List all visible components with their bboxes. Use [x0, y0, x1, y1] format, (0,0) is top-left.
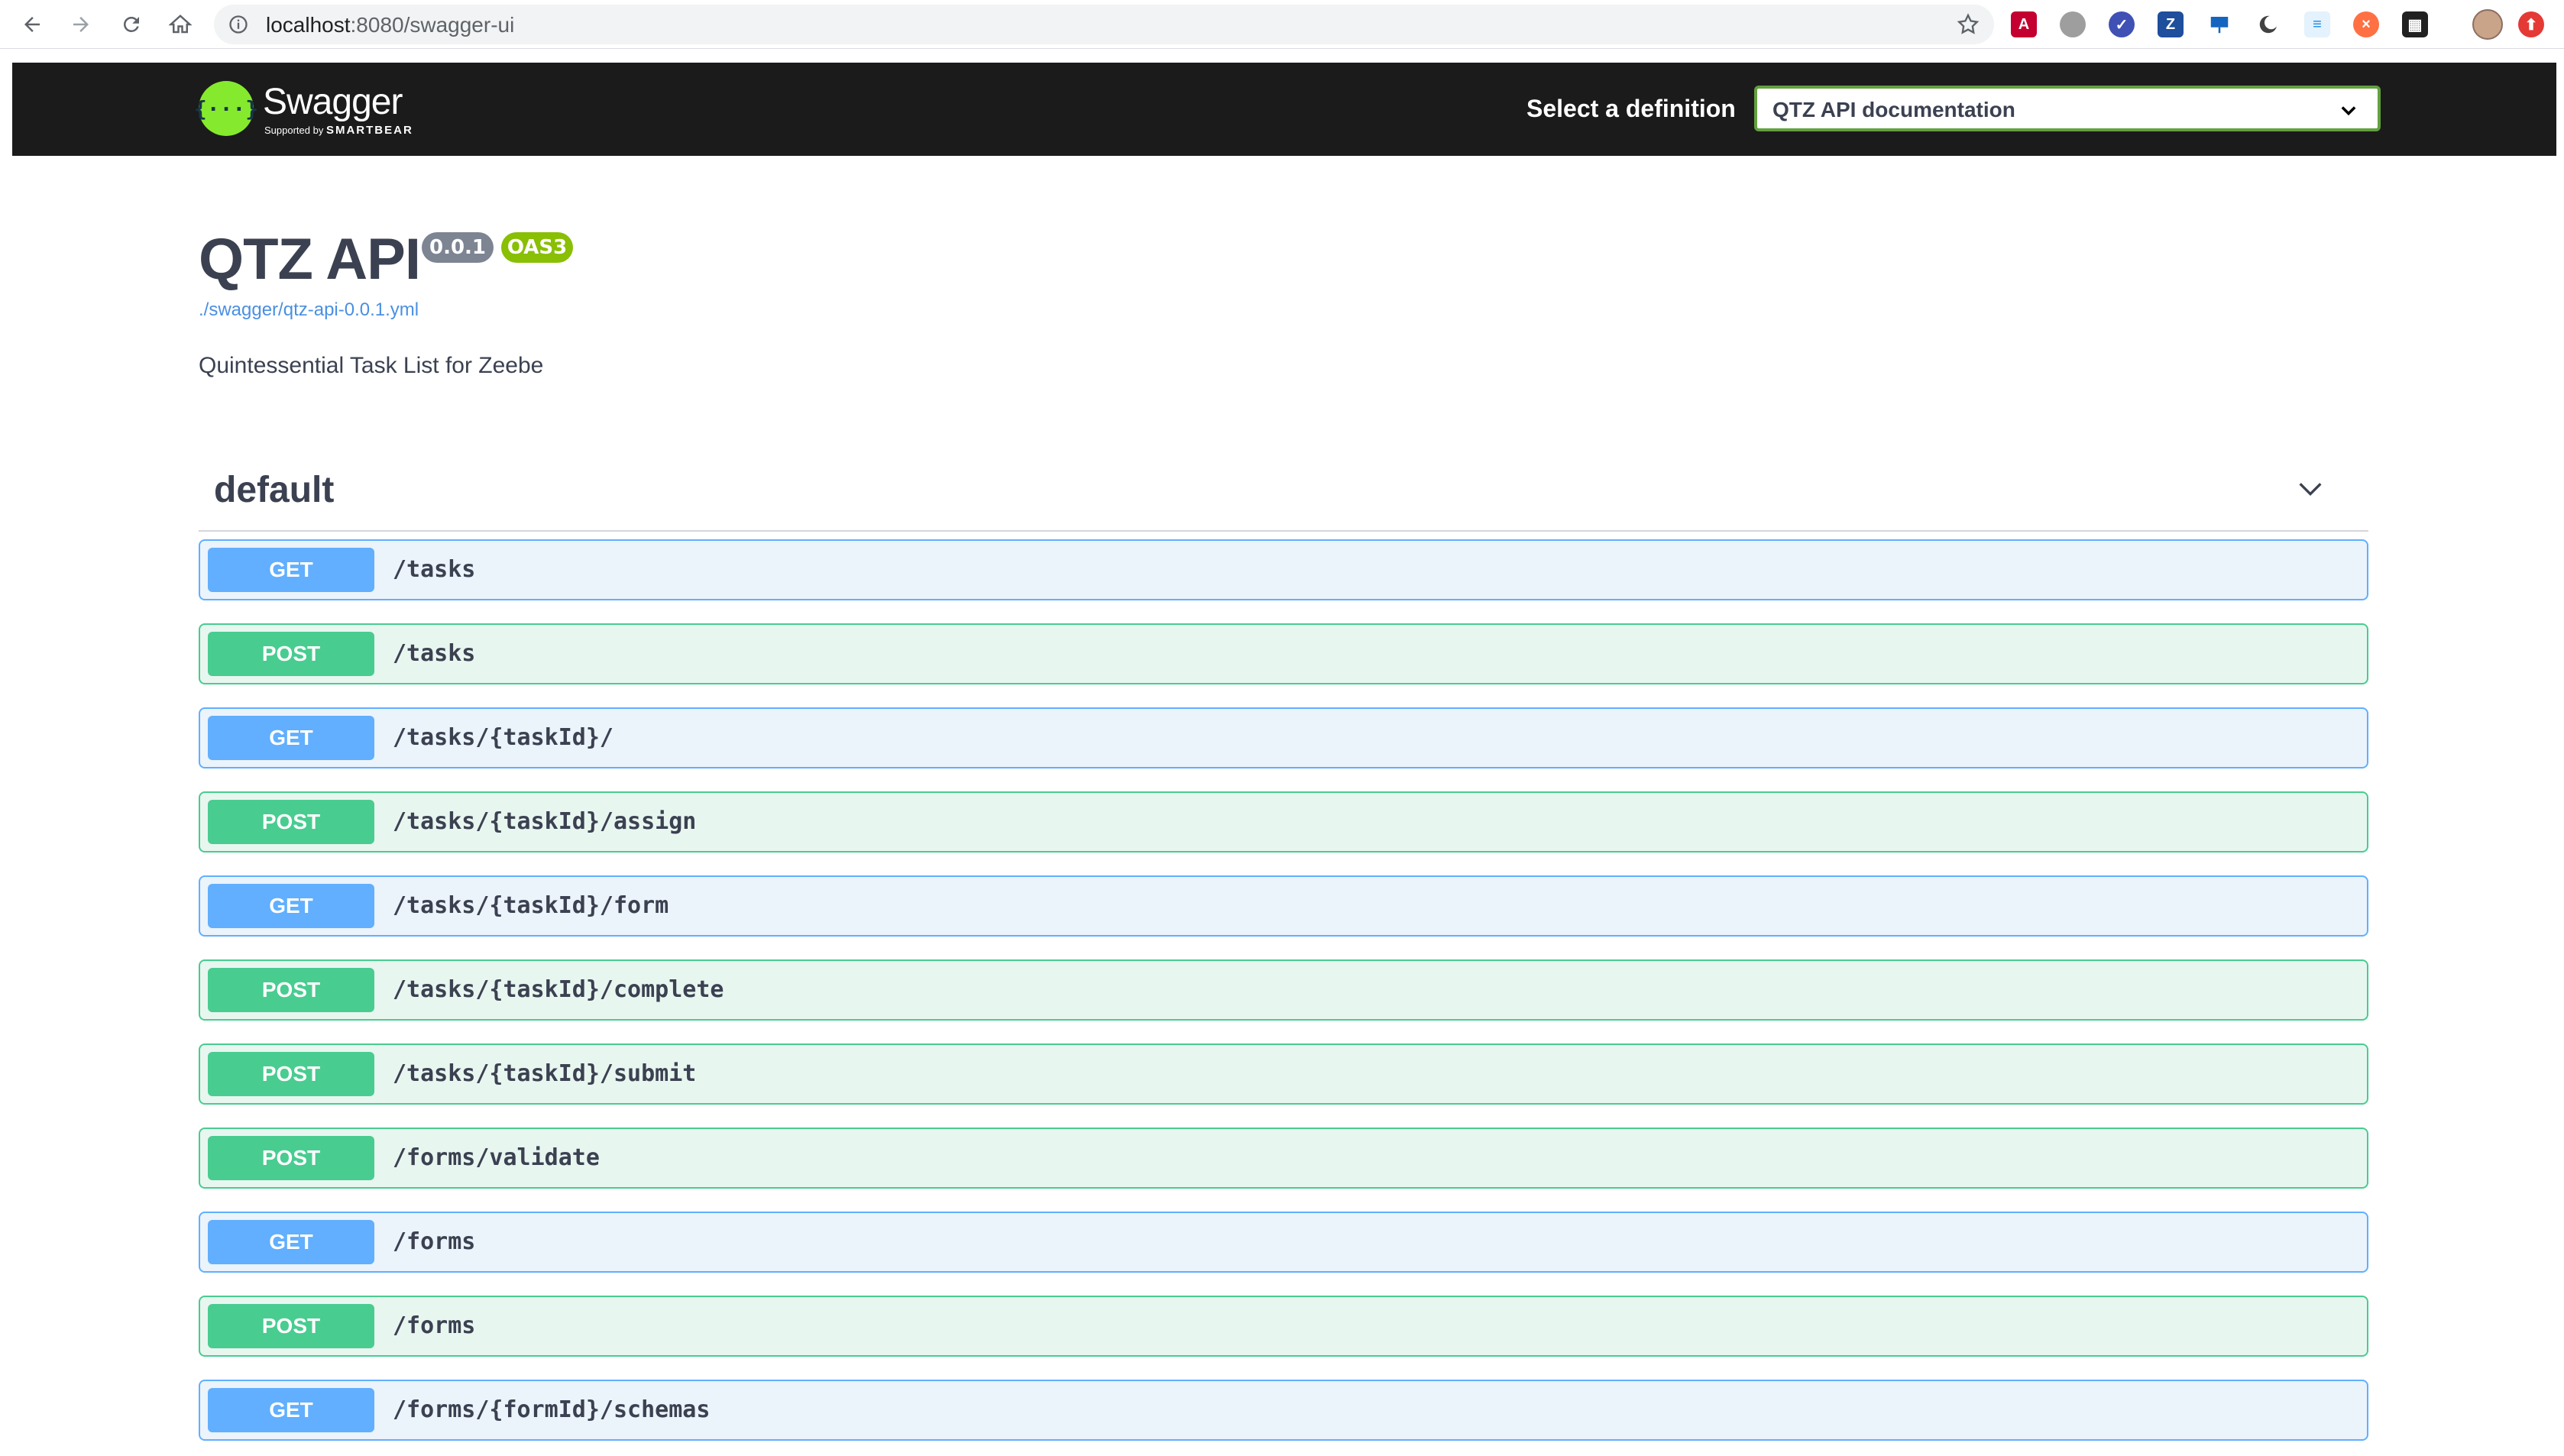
operation-path: /tasks/{taskId}/	[393, 724, 613, 751]
logo-sub-prefix: Supported by	[264, 125, 324, 136]
orange-extension-icon[interactable]: ×	[2353, 11, 2379, 37]
operation-path: /forms/{formId}/schemas	[393, 1396, 711, 1423]
oas-badge: OAS3	[501, 232, 573, 263]
operation-get-task-by-id[interactable]: GET /tasks/{taskId}/	[199, 707, 2368, 768]
presentation-extension-icon[interactable]	[2206, 11, 2232, 37]
operation-path: /tasks	[393, 640, 476, 667]
forward-button[interactable]	[64, 8, 98, 41]
home-button[interactable]	[163, 8, 197, 41]
definition-select-value: QTZ API documentation	[1772, 98, 2015, 121]
z-extension-icon[interactable]: Z	[2158, 11, 2184, 37]
back-button[interactable]	[15, 8, 49, 41]
method-badge: POST	[208, 968, 374, 1012]
method-badge: POST	[208, 1052, 374, 1096]
angular-extension-icon[interactable]: A	[2011, 11, 2037, 37]
method-badge: GET	[208, 716, 374, 760]
swagger-logo-subtitle: Supported by SMARTBEAR	[264, 124, 413, 137]
notes-extension-icon[interactable]: ≡	[2304, 11, 2330, 37]
operation-post-forms[interactable]: POST /forms	[199, 1296, 2368, 1357]
chevron-down-icon	[2341, 106, 2356, 116]
method-badge: GET	[208, 548, 374, 592]
operation-path: /forms	[393, 1312, 476, 1339]
method-badge: POST	[208, 1136, 374, 1180]
profile-avatar[interactable]	[2472, 9, 2503, 40]
pattern-extension-icon[interactable]: ▦	[2402, 11, 2428, 37]
method-badge: GET	[208, 1388, 374, 1432]
operation-get-form-schemas[interactable]: GET /forms/{formId}/schemas	[199, 1380, 2368, 1441]
operation-post-task-assign[interactable]: POST /tasks/{taskId}/assign	[199, 791, 2368, 853]
operation-path: /tasks	[393, 556, 476, 583]
swagger-topbar: {···} Swagger Supported by SMARTBEAR Sel…	[12, 63, 2556, 156]
url-host: localhost	[266, 13, 351, 37]
operation-get-forms[interactable]: GET /forms	[199, 1212, 2368, 1273]
star-icon[interactable]	[1956, 12, 1980, 37]
moon-extension-icon[interactable]	[2255, 11, 2281, 37]
tag-default-heading[interactable]: default	[214, 469, 334, 511]
reload-button[interactable]	[115, 8, 148, 41]
chevron-down-icon[interactable]	[2295, 474, 2326, 504]
url-path: :8080/swagger-ui	[350, 13, 515, 37]
spec-url-link[interactable]: ./swagger/qtz-api-0.0.1.yml	[199, 299, 419, 321]
api-title: QTZ API	[199, 227, 421, 292]
version-badge: 0.0.1	[422, 232, 494, 263]
operation-post-forms-validate[interactable]: POST /forms/validate	[199, 1128, 2368, 1189]
reload-icon	[123, 16, 139, 32]
arrow-right-icon	[73, 17, 89, 32]
circle-extension-icon[interactable]	[2060, 11, 2086, 37]
method-badge: GET	[208, 1220, 374, 1264]
url-text[interactable]: localhost:8080/swagger-ui	[266, 13, 514, 37]
info-icon[interactable]	[228, 14, 249, 35]
operation-path: /forms	[393, 1228, 476, 1255]
check-extension-icon[interactable]: ✓	[2109, 11, 2135, 37]
operation-path: /tasks/{taskId}/form	[393, 892, 669, 919]
method-badge: POST	[208, 632, 374, 676]
browser-toolbar: localhost:8080/swagger-ui A ✓ Z ≡ × ▦ ⬆	[0, 0, 2564, 49]
arrow-left-icon	[24, 17, 40, 32]
method-badge: POST	[208, 800, 374, 844]
swagger-logo-text[interactable]: Swagger	[263, 81, 403, 123]
operation-post-task-submit[interactable]: POST /tasks/{taskId}/submit	[199, 1043, 2368, 1105]
definition-label: Select a definition	[1526, 95, 1736, 122]
alert-extension-icon[interactable]: ⬆	[2518, 11, 2544, 37]
home-icon	[169, 15, 192, 34]
operation-path: /tasks/{taskId}/submit	[393, 1060, 697, 1087]
method-badge: GET	[208, 884, 374, 928]
address-bar[interactable]: localhost:8080/swagger-ui	[214, 5, 1994, 44]
tag-divider	[199, 530, 2368, 532]
operation-get-task-form[interactable]: GET /tasks/{taskId}/form	[199, 875, 2368, 937]
method-badge: POST	[208, 1304, 374, 1348]
api-description: Quintessential Task List for Zeebe	[199, 353, 544, 378]
operation-get-tasks[interactable]: GET /tasks	[199, 539, 2368, 600]
operation-post-task-complete[interactable]: POST /tasks/{taskId}/complete	[199, 959, 2368, 1021]
swagger-logo-icon[interactable]: {···}	[194, 81, 258, 136]
operation-path: /forms/validate	[393, 1144, 600, 1171]
logo-sub-brand: SMARTBEAR	[325, 124, 413, 137]
operation-post-tasks[interactable]: POST /tasks	[199, 623, 2368, 684]
operation-path: /tasks/{taskId}/assign	[393, 808, 697, 835]
definition-select[interactable]: QTZ API documentation	[1754, 86, 2381, 131]
operation-path: /tasks/{taskId}/complete	[393, 976, 724, 1003]
